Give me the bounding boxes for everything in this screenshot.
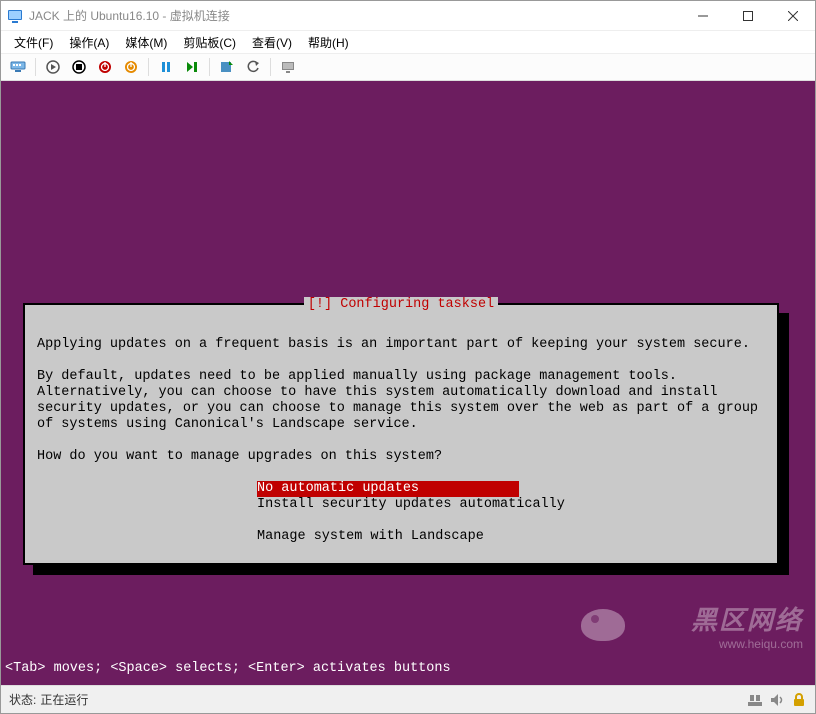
titlebar[interactable]: JACK 上的 Ubuntu16.10 - 虚拟机连接	[1, 1, 815, 31]
watermark-text: 黑区网络	[691, 600, 803, 637]
maximize-button[interactable]	[725, 1, 770, 30]
dialog-prompt: How do you want to manage upgrades on th…	[37, 449, 442, 464]
watermark: 黑区网络 www.heiqu.com	[691, 600, 803, 651]
shutdown-button[interactable]	[94, 56, 116, 78]
window-title: JACK 上的 Ubuntu16.10 - 虚拟机连接	[29, 7, 680, 24]
enhanced-session-button[interactable]	[277, 56, 299, 78]
option-landscape[interactable]: Manage system with Landscape	[257, 529, 765, 545]
statusbar: 状态: 正在运行	[1, 685, 815, 713]
watermark-logo	[581, 609, 625, 641]
dialog-title: [!] Configuring tasksel	[304, 297, 498, 312]
menu-media[interactable]: 媒体(M)	[118, 32, 174, 53]
dialog-text-4: security updates, or you can choose to m…	[37, 401, 758, 416]
turnoff-button[interactable]	[68, 56, 90, 78]
key-hints: <Tab> moves; <Space> selects; <Enter> ac…	[5, 661, 451, 677]
status-value: 正在运行	[40, 691, 88, 708]
dialog-text-1: Applying updates on a frequent basis is …	[37, 337, 750, 352]
minimize-button[interactable]	[680, 1, 725, 30]
vm-connection-window: JACK 上的 Ubuntu16.10 - 虚拟机连接 文件(F) 操作(A) …	[0, 0, 816, 714]
save-button[interactable]	[120, 56, 142, 78]
lock-icon	[791, 692, 807, 708]
option-no-auto-updates[interactable]: No automatic updates	[257, 481, 519, 497]
dialog-text-2: By default, updates need to be applied m…	[37, 369, 677, 384]
monitor-icon	[7, 8, 23, 24]
dialog-text-5: of systems using Canonical's Landscape s…	[37, 417, 418, 432]
dialog-text-3: Alternatively, you can choose to have th…	[37, 385, 718, 400]
tasksel-dialog: [!] Configuring tasksel Applying updates…	[23, 303, 779, 565]
vm-display[interactable]: [!] Configuring tasksel Applying updates…	[1, 81, 815, 685]
menu-file[interactable]: 文件(F)	[7, 32, 60, 53]
menu-clipboard[interactable]: 剪贴板(C)	[176, 32, 243, 53]
pause-button[interactable]	[155, 56, 177, 78]
revert-button[interactable]	[242, 56, 264, 78]
network-icon	[747, 692, 763, 708]
checkpoint-button[interactable]	[216, 56, 238, 78]
toolbar	[1, 53, 815, 81]
menu-help[interactable]: 帮助(H)	[301, 32, 356, 53]
option-install-security[interactable]: Install security updates automatically	[257, 497, 765, 513]
menu-action[interactable]: 操作(A)	[62, 32, 116, 53]
ctrl-alt-del-button[interactable]	[7, 56, 29, 78]
status-label: 状态:	[9, 691, 36, 708]
speaker-icon	[769, 692, 785, 708]
menu-view[interactable]: 查看(V)	[245, 32, 299, 53]
reset-button[interactable]	[181, 56, 203, 78]
start-button[interactable]	[42, 56, 64, 78]
watermark-url: www.heiqu.com	[691, 637, 803, 651]
menubar: 文件(F) 操作(A) 媒体(M) 剪贴板(C) 查看(V) 帮助(H)	[1, 31, 815, 53]
close-button[interactable]	[770, 1, 815, 30]
